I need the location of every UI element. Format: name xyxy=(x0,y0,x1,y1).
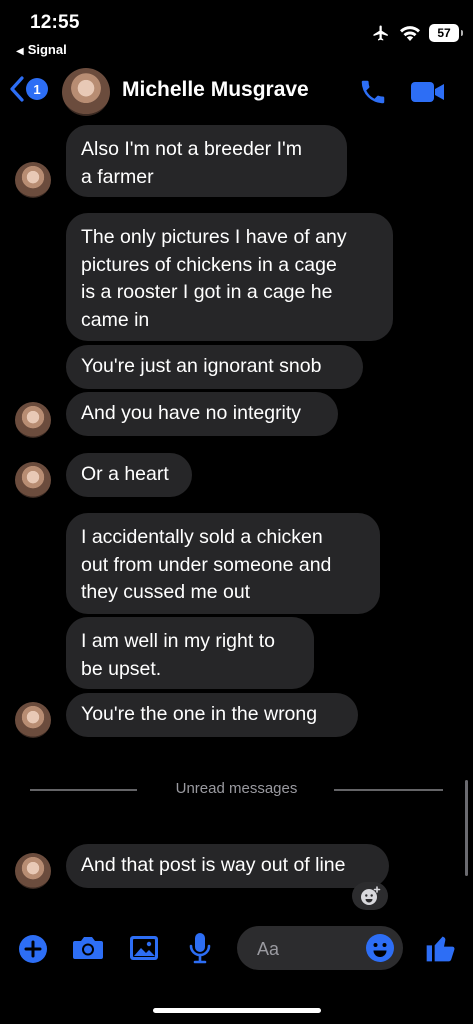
battery-indicator: 57 xyxy=(429,24,463,42)
back-button[interactable]: 1 xyxy=(10,76,48,102)
emoji-icon[interactable] xyxy=(365,933,395,963)
microphone-icon[interactable] xyxy=(188,932,212,964)
message-bubble[interactable]: Or a heart xyxy=(66,453,192,497)
message-bubble[interactable]: And you have no integrity xyxy=(66,392,338,436)
home-indicator[interactable] xyxy=(153,1008,321,1013)
divider-line-right xyxy=(334,789,443,791)
add-reaction-button[interactable] xyxy=(352,882,388,910)
message-input-container[interactable] xyxy=(237,926,403,972)
status-bar: 12:55 ◀ Signal 57 xyxy=(0,0,473,64)
sender-avatar[interactable] xyxy=(15,853,51,889)
message-bubble[interactable]: The only pictures I have of any pictures… xyxy=(66,213,393,341)
unread-count-badge: 1 xyxy=(26,78,48,100)
airplane-icon xyxy=(373,25,388,41)
back-app-label: Signal xyxy=(27,42,67,57)
status-time: 12:55 xyxy=(30,12,80,33)
message-bubble[interactable]: You're the one in the wrong xyxy=(66,693,358,737)
thumbs-up-icon[interactable] xyxy=(424,932,456,964)
chevron-left-icon xyxy=(10,76,24,102)
sender-avatar[interactable] xyxy=(15,462,51,498)
contact-name[interactable]: Michelle Musgrave xyxy=(122,78,309,102)
back-to-app-link[interactable]: ◀ Signal xyxy=(16,42,67,57)
contact-avatar[interactable] xyxy=(62,68,110,116)
message-bubble[interactable]: And that post is way out of line xyxy=(66,844,389,888)
image-icon[interactable] xyxy=(129,934,159,962)
plus-icon[interactable] xyxy=(18,934,48,964)
sender-avatar[interactable] xyxy=(15,702,51,738)
back-triangle-icon: ◀ xyxy=(16,46,24,57)
message-input[interactable] xyxy=(255,926,359,972)
message-bubble[interactable]: You're just an ignorant snob xyxy=(66,345,363,389)
sender-avatar[interactable] xyxy=(15,162,51,198)
message-composer xyxy=(0,920,473,980)
camera-icon[interactable] xyxy=(72,935,104,961)
add-reaction-icon xyxy=(361,886,381,905)
message-bubble[interactable]: I am well in my right to be upset. xyxy=(66,617,314,689)
message-bubble[interactable]: Also I'm not a breeder I'm a farmer xyxy=(66,125,347,197)
wifi-icon xyxy=(400,26,420,41)
sender-avatar[interactable] xyxy=(15,402,51,438)
phone-icon[interactable] xyxy=(358,77,388,107)
conversation-header: 1 Michelle Musgrave xyxy=(0,64,473,120)
status-icons: 57 xyxy=(371,24,463,42)
video-call-icon[interactable] xyxy=(410,79,446,105)
message-bubble[interactable]: I accidentally sold a chicken out from u… xyxy=(66,513,380,614)
scrollbar[interactable] xyxy=(465,780,468,876)
